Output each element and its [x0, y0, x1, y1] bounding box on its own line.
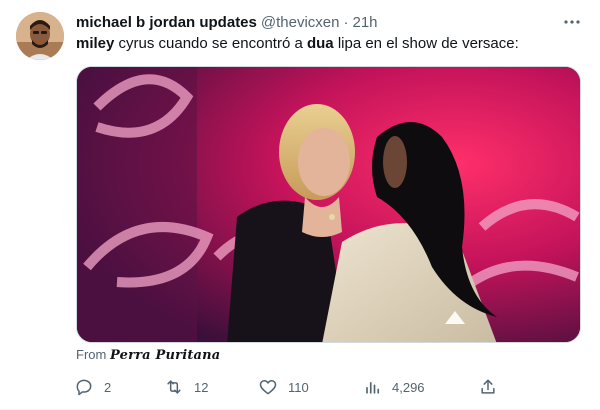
tweet[interactable]: michael b jordan updates @thevicxen · 21… [0, 0, 600, 410]
tweet-text-bold-1: miley [76, 35, 115, 52]
retweet-count: 12 [194, 379, 209, 395]
tweet-header: michael b jordan updates @thevicxen · 21… [76, 12, 584, 32]
views-count: 4,296 [392, 379, 425, 395]
timestamp[interactable]: 21h [352, 14, 377, 31]
more-options-button[interactable] [562, 12, 582, 32]
source-name-link[interactable]: Perra Puritana [110, 348, 220, 363]
tweet-text-part-4: lipa en el show de versace: [333, 35, 519, 52]
more-horizontal-icon [564, 20, 580, 24]
heart-icon [259, 380, 277, 395]
share-button[interactable] [478, 372, 498, 402]
retweet-button[interactable]: 12 [164, 372, 208, 402]
handle[interactable]: @thevicxen [261, 14, 340, 31]
share-icon [481, 379, 495, 394]
display-name[interactable]: michael b jordan updates [76, 14, 257, 31]
video-media[interactable] [76, 66, 581, 343]
tweet-actions: 2 12 110 4,296 [70, 372, 510, 402]
like-count: 110 [288, 379, 309, 395]
views-bar-chart-icon [366, 382, 380, 394]
views-button[interactable]: 4,296 [362, 372, 425, 402]
reply-icon [76, 379, 92, 396]
separator-dot: · [343, 13, 349, 31]
source-attribution: From Perra Puritana [76, 347, 220, 363]
tweet-text-bold-2: dua [306, 35, 334, 52]
tweet-text: miley cyrus cuando se encontró a dua lip… [76, 34, 584, 54]
source-prefix: From [76, 347, 107, 362]
reply-count: 2 [104, 379, 112, 395]
avatar[interactable] [16, 12, 64, 60]
reply-button[interactable]: 2 [74, 372, 111, 402]
retweet-icon [167, 380, 181, 394]
like-button[interactable]: 110 [258, 372, 309, 402]
tweet-text-part-2: cyrus cuando se encontró a [114, 35, 307, 52]
